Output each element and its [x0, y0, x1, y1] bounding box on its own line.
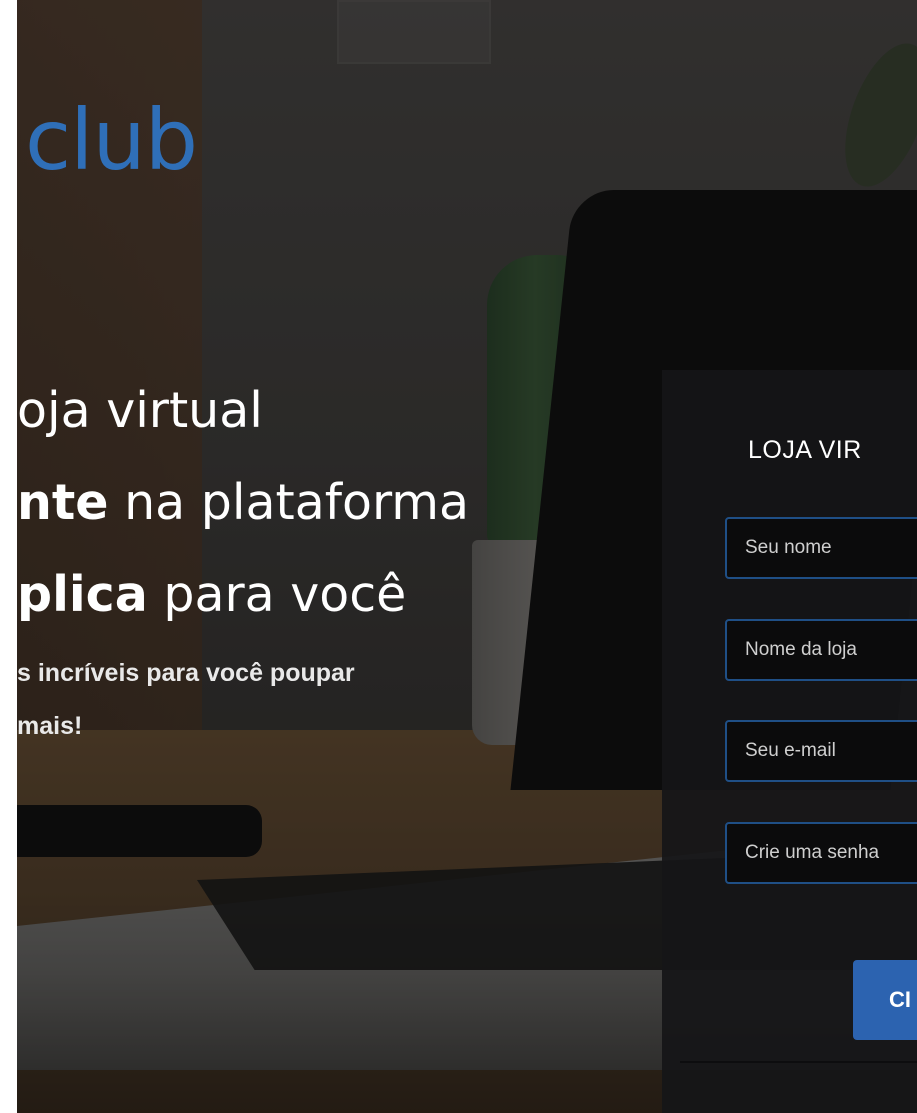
- headline-line-1: oja virtual: [17, 382, 263, 439]
- email-input[interactable]: [725, 720, 917, 782]
- subtext-line-2: mais!: [17, 712, 83, 740]
- headline-line-3-rest: para você: [147, 566, 407, 623]
- create-store-button[interactable]: CI: [853, 960, 917, 1040]
- form-panel-edge: [680, 1061, 917, 1063]
- store-name-input[interactable]: [725, 619, 917, 681]
- headline-line-2-bold: nte: [17, 474, 109, 531]
- name-input[interactable]: [725, 517, 917, 579]
- signup-form: LOJA VIR CI: [662, 370, 917, 1113]
- headline-line-2-rest: na plataforma: [108, 474, 470, 531]
- hero-headline: oja virtual nte na plataforma plica para…: [17, 365, 469, 641]
- hero-subtext: s incríveis para você poupar mais!: [17, 647, 355, 753]
- signup-form-title: LOJA VIR: [748, 436, 862, 464]
- headline-line-2: nte na plataforma: [17, 457, 469, 549]
- headline-line-3-bold: plica: [17, 566, 148, 623]
- password-input[interactable]: [725, 822, 917, 884]
- brand-logo[interactable]: club: [25, 98, 198, 182]
- subtext-line-1: s incríveis para você poupar: [17, 659, 355, 687]
- headline-line-3: plica para você: [17, 549, 469, 641]
- page-left-edge: [0, 0, 17, 1113]
